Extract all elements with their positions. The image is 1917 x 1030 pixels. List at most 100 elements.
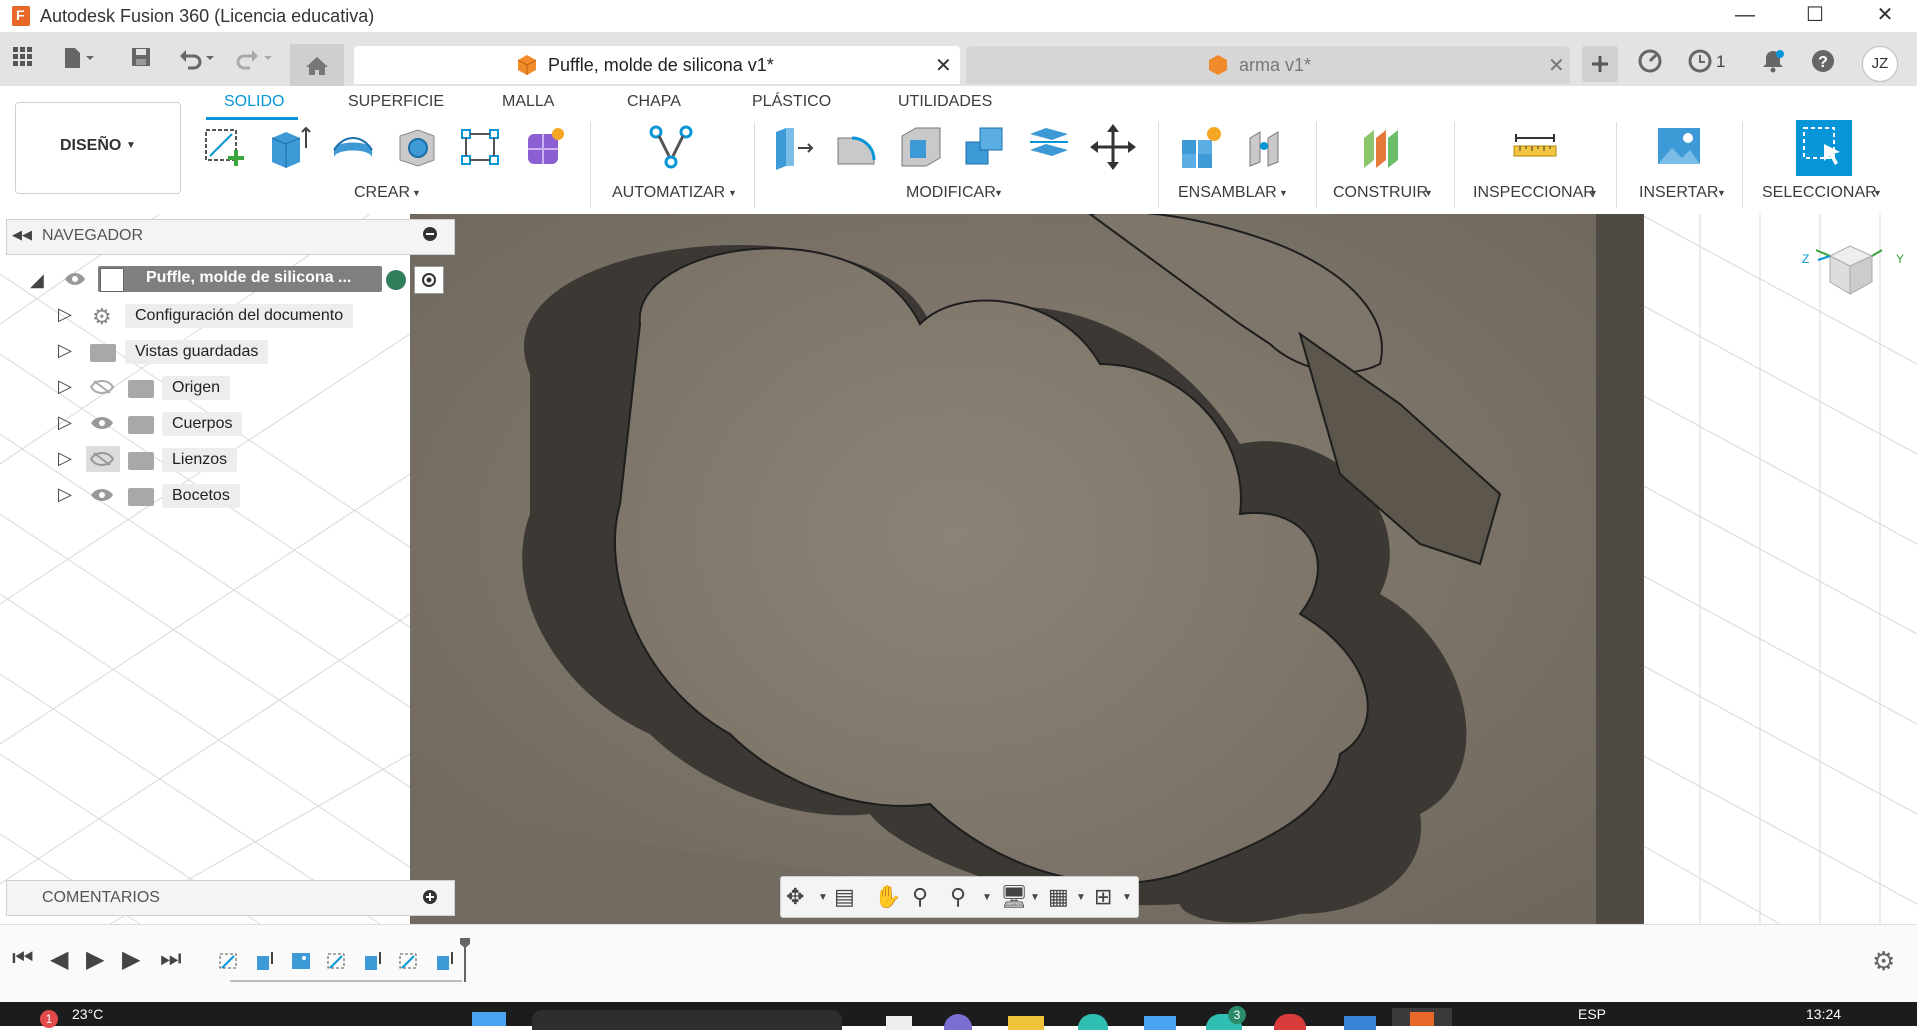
start-button-icon[interactable] bbox=[472, 1012, 506, 1026]
taskbar-search[interactable] bbox=[532, 1010, 842, 1030]
collapse-triangle-icon[interactable]: ◢ bbox=[30, 270, 44, 291]
input-language[interactable]: ESP bbox=[1578, 1006, 1606, 1022]
add-comment-icon[interactable] bbox=[423, 890, 437, 904]
offset-plane-icon[interactable] bbox=[1358, 124, 1404, 170]
pan-hand-icon[interactable]: ✋ bbox=[874, 884, 901, 910]
grid-settings-icon[interactable]: ▦ bbox=[1048, 884, 1069, 910]
display-settings-icon[interactable]: 🖥 bbox=[1000, 884, 1028, 910]
tab-malla[interactable]: MALLA bbox=[502, 93, 554, 111]
expand-arrow-icon[interactable]: ▷ bbox=[58, 412, 72, 433]
taskbar-app-icon[interactable] bbox=[1144, 1016, 1176, 1030]
system-clock[interactable]: 13:24 bbox=[1806, 1006, 1841, 1022]
home-tab[interactable] bbox=[290, 44, 344, 86]
joint-icon[interactable] bbox=[1244, 124, 1290, 170]
dropdown-arrow-icon[interactable]: ▼ bbox=[1030, 892, 1040, 903]
automate-icon[interactable] bbox=[648, 124, 694, 170]
split-face-icon[interactable] bbox=[1026, 124, 1072, 170]
new-component-icon[interactable] bbox=[1178, 124, 1224, 170]
expand-arrow-icon[interactable]: ▷ bbox=[58, 304, 72, 325]
job-status-icon[interactable] bbox=[1687, 48, 1713, 74]
extensions-icon[interactable] bbox=[1637, 48, 1663, 74]
group-ensamblar[interactable]: ENSAMBLAR bbox=[1178, 184, 1277, 202]
step-back-icon[interactable]: ◀ bbox=[50, 945, 68, 974]
taskbar-app-icon[interactable] bbox=[886, 1016, 912, 1030]
tab-superficie[interactable]: SUPERFICIE bbox=[348, 93, 444, 111]
taskbar-app-icon[interactable] bbox=[1344, 1016, 1376, 1030]
tab-close-icon[interactable]: ✕ bbox=[935, 53, 952, 78]
grid-menu-icon[interactable] bbox=[10, 46, 36, 74]
expand-arrow-icon[interactable]: ▷ bbox=[58, 340, 72, 361]
create-sketch-icon[interactable] bbox=[202, 124, 248, 170]
timeline-extrude-icon[interactable] bbox=[434, 950, 456, 972]
dropdown-arrow-icon[interactable]: ▼ bbox=[1076, 892, 1086, 903]
timeline-canvas-icon[interactable] bbox=[290, 950, 312, 972]
select-button[interactable] bbox=[1796, 120, 1852, 176]
timeline-extrude-icon[interactable] bbox=[254, 950, 276, 972]
timeline-extrude-icon[interactable] bbox=[362, 950, 384, 972]
go-to-start-icon[interactable]: ⏮ bbox=[12, 945, 34, 973]
play-icon[interactable]: ▶ bbox=[86, 945, 104, 974]
dropdown-arrow-icon[interactable]: ▼ bbox=[982, 892, 992, 903]
file-menu-icon[interactable] bbox=[60, 46, 100, 74]
group-seleccionar[interactable]: SELECCIONAR bbox=[1762, 184, 1877, 202]
help-icon[interactable]: ? bbox=[1810, 48, 1836, 74]
pattern-icon[interactable] bbox=[458, 124, 504, 170]
timeline-sketch-icon[interactable] bbox=[326, 950, 348, 972]
fillet-icon[interactable] bbox=[834, 124, 880, 170]
timeline-sketch-icon[interactable] bbox=[398, 950, 420, 972]
measure-icon[interactable] bbox=[1512, 124, 1558, 170]
eye-hidden-icon[interactable] bbox=[90, 451, 114, 467]
maximize-button[interactable]: ☐ bbox=[1780, 0, 1850, 32]
step-forward-icon[interactable]: ▶ bbox=[122, 945, 140, 974]
viewports-icon[interactable]: ⊞ bbox=[1094, 884, 1112, 910]
weather-temperature[interactable]: 23°C bbox=[72, 1006, 103, 1022]
dropdown-arrow-icon[interactable]: ▼ bbox=[1122, 892, 1132, 903]
undo-icon[interactable] bbox=[176, 46, 220, 74]
timeline-settings-gear-icon[interactable]: ⚙ bbox=[1872, 946, 1895, 977]
timeline-marker[interactable] bbox=[460, 938, 470, 982]
activate-component-button[interactable] bbox=[414, 266, 444, 294]
save-icon[interactable] bbox=[128, 46, 154, 74]
orbit-icon[interactable]: ✥ bbox=[786, 884, 804, 910]
group-crear[interactable]: CREAR bbox=[354, 184, 410, 202]
eye-icon[interactable] bbox=[90, 415, 114, 431]
minimize-button[interactable]: — bbox=[1710, 0, 1780, 32]
create-form-icon[interactable] bbox=[522, 124, 568, 170]
tab-chapa[interactable]: CHAPA bbox=[627, 93, 681, 111]
fit-zoom-icon[interactable]: ⚲ bbox=[950, 884, 966, 910]
dropdown-arrow-icon[interactable]: ▼ bbox=[818, 892, 828, 903]
look-at-icon[interactable]: ▤ bbox=[834, 884, 855, 910]
tab-close-icon[interactable]: ✕ bbox=[1548, 53, 1565, 78]
group-automatizar[interactable]: AUTOMATIZAR bbox=[612, 184, 725, 202]
timeline-sketch-icon[interactable] bbox=[218, 950, 240, 972]
notifications-icon[interactable] bbox=[1760, 48, 1786, 74]
combine-icon[interactable] bbox=[962, 124, 1008, 170]
collapse-panel-icon[interactable]: ◀◀ bbox=[12, 227, 32, 243]
zoom-icon[interactable]: ⚲ bbox=[912, 884, 928, 910]
eye-icon[interactable] bbox=[64, 272, 86, 291]
shell-icon[interactable] bbox=[898, 124, 944, 170]
tab-plastico[interactable]: PLÁSTICO bbox=[752, 93, 831, 111]
extrude-icon[interactable] bbox=[266, 124, 312, 170]
eye-hidden-icon[interactable] bbox=[90, 379, 114, 395]
revolve-icon[interactable] bbox=[330, 124, 376, 170]
group-inspeccionar[interactable]: INSPECCIONAR bbox=[1473, 184, 1595, 202]
go-to-end-icon[interactable]: ⏭ bbox=[160, 945, 182, 973]
minimize-panel-icon[interactable] bbox=[423, 227, 437, 241]
expand-arrow-icon[interactable]: ▷ bbox=[58, 376, 72, 397]
close-window-button[interactable]: ✕ bbox=[1850, 0, 1917, 32]
new-tab-button[interactable] bbox=[1582, 46, 1618, 82]
redo-icon[interactable] bbox=[232, 46, 276, 74]
tab-utilidades[interactable]: UTILIDADES bbox=[898, 93, 992, 111]
group-construir[interactable]: CONSTRUIR bbox=[1333, 184, 1428, 202]
eye-icon[interactable] bbox=[90, 487, 114, 503]
group-insertar[interactable]: INSERTAR bbox=[1639, 184, 1718, 202]
viewcube[interactable] bbox=[1815, 236, 1884, 304]
taskbar-active-app[interactable] bbox=[1392, 1008, 1452, 1026]
hole-icon[interactable] bbox=[394, 124, 440, 170]
file-explorer-icon[interactable] bbox=[1008, 1016, 1044, 1030]
move-copy-icon[interactable] bbox=[1090, 124, 1136, 170]
expand-arrow-icon[interactable]: ▷ bbox=[58, 484, 72, 505]
insert-image-icon[interactable] bbox=[1656, 124, 1702, 170]
group-modificar[interactable]: MODIFICAR bbox=[906, 184, 996, 202]
